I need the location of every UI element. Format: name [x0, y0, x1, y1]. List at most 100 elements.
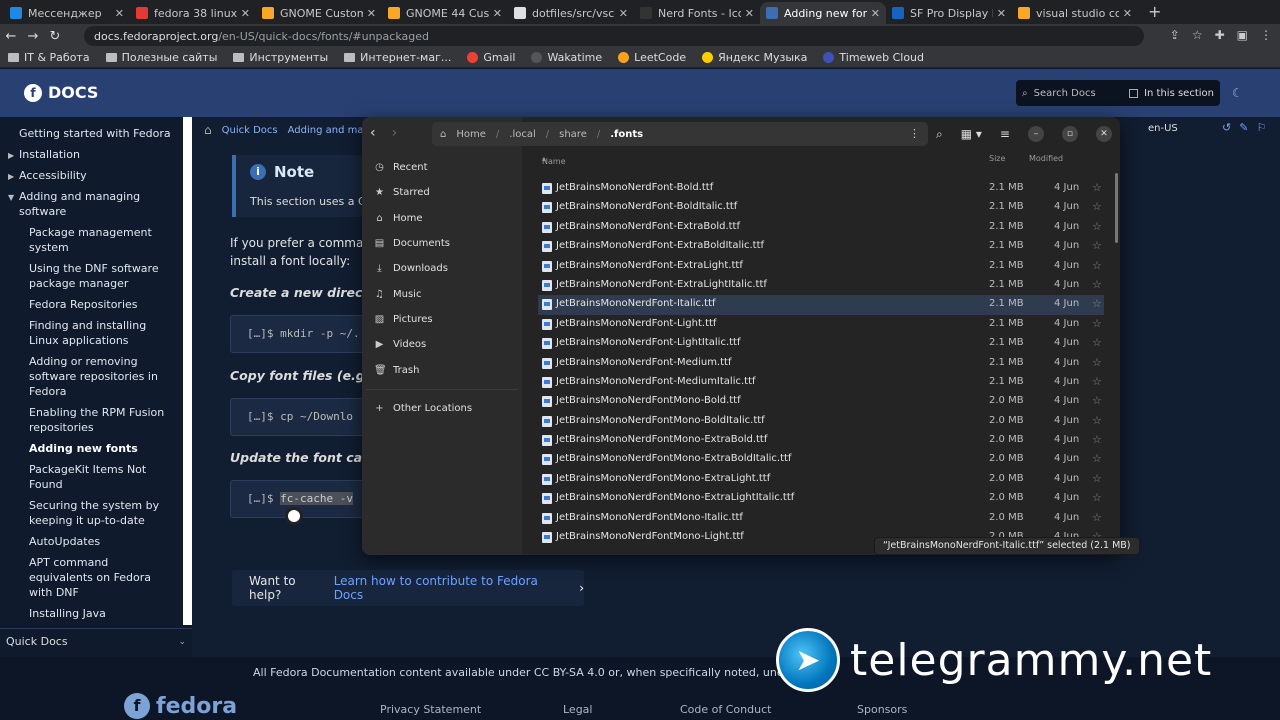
sidebar-item[interactable]: ▶ Installation: [0, 144, 183, 165]
browser-tab[interactable]: fedora 38 linuxsco ✕: [130, 2, 256, 24]
star-icon[interactable]: ☆: [1092, 356, 1102, 369]
star-icon[interactable]: ☆: [1092, 414, 1102, 427]
code-selected-command[interactable]: fc-cache -v: [280, 492, 353, 505]
column-size[interactable]: Size: [989, 154, 1005, 163]
footer-privacy-link[interactable]: Privacy Statement: [380, 703, 481, 716]
file-row[interactable]: JetBrainsMonoNerdFont-BoldItalic.ttf 2.1 …: [538, 198, 1104, 217]
place-pictures[interactable]: ▨ Pictures: [362, 307, 522, 332]
fm-back-icon[interactable]: ‹: [370, 125, 376, 141]
place-trash[interactable]: 🗑 Trash: [362, 357, 522, 382]
bookmark-item[interactable]: Timeweb Cloud: [823, 51, 924, 64]
tab-close-icon[interactable]: ✕: [871, 7, 880, 20]
place-home[interactable]: ⌂ Home: [362, 206, 522, 231]
browser-tab[interactable]: dotfiles/src/vscod ✕: [508, 2, 634, 24]
bookmark-item[interactable]: Инструменты: [233, 51, 328, 64]
address-bar[interactable]: docs.fedoraproject.org/en-US/quick-docs/…: [84, 26, 1144, 46]
star-icon[interactable]: ☆: [1092, 472, 1102, 485]
star-icon[interactable]: ☆: [1092, 200, 1102, 213]
sidebar-item[interactable]: Using the DNF software package manager: [0, 258, 183, 294]
language-select[interactable]: en-US: [1148, 123, 1178, 134]
history-icon[interactable]: ↺: [1222, 121, 1231, 134]
file-row[interactable]: JetBrainsMonoNerdFontMono-ExtraLightItal…: [538, 489, 1104, 508]
file-row[interactable]: JetBrainsMonoNerdFont-Bold.ttf 2.1 MB 4 Ju…: [538, 179, 1104, 198]
edit-icon[interactable]: ✎: [1239, 121, 1248, 134]
star-icon[interactable]: ☆: [1092, 297, 1102, 310]
place-documents[interactable]: ▤ Documents: [362, 231, 522, 256]
sidebar-item[interactable]: Getting started with Fedora: [0, 123, 183, 144]
maximize-icon[interactable]: ▫: [1061, 126, 1078, 142]
contribute-link[interactable]: Learn how to contribute to Fedora Docs: [334, 574, 566, 602]
file-list-scrollbar[interactable]: [1115, 173, 1118, 243]
in-section-checkbox[interactable]: [1129, 88, 1139, 98]
file-row[interactable]: JetBrainsMonoNerdFontMono-ExtraBoldItali…: [538, 450, 1104, 469]
file-row[interactable]: JetBrainsMonoNerdFont-LightItalic.ttf 2.1…: [538, 334, 1104, 353]
browser-tab[interactable]: GNOME 44 Custo ✕: [382, 2, 508, 24]
tab-close-icon[interactable]: ✕: [115, 7, 124, 20]
place-downloads[interactable]: ⤓ Downloads: [362, 256, 522, 281]
minimize-icon[interactable]: –: [1027, 126, 1044, 142]
file-row[interactable]: JetBrainsMonoNerdFont-ExtraBoldItalic.tt…: [538, 237, 1104, 256]
star-icon[interactable]: ☆: [1092, 394, 1102, 407]
file-row[interactable]: JetBrainsMonoNerdFont-Italic.ttf 2.1 MB 4 …: [538, 295, 1104, 315]
sidebar-item[interactable]: Package management system: [0, 222, 183, 258]
bookmark-item[interactable]: Gmail: [467, 51, 515, 64]
browser-tab[interactable]: Adding new fonts ✕: [760, 2, 886, 24]
quick-docs-select[interactable]: Quick Docs ⌄: [0, 628, 192, 654]
sidebar-item[interactable]: APT command equivalents on Fedora with D…: [0, 552, 183, 603]
tab-close-icon[interactable]: ✕: [997, 7, 1006, 20]
star-icon[interactable]: ☆: [1092, 278, 1102, 291]
sidebar-item[interactable]: Fedora Repositories: [0, 294, 183, 315]
extension-icon[interactable]: ✚: [1215, 28, 1225, 42]
sidebar-item[interactable]: ▶ Accessibility: [0, 165, 183, 186]
path-segment[interactable]: .fonts: [610, 129, 643, 140]
sidebar-item[interactable]: Adding new fonts: [0, 438, 183, 459]
bookmark-item[interactable]: Полезные сайты: [105, 51, 217, 64]
file-row[interactable]: JetBrainsMonoNerdFont-ExtraBold.ttf 2.1 M…: [538, 218, 1104, 237]
file-row[interactable]: JetBrainsMonoNerdFontMono-BoldItalic.ttf…: [538, 412, 1104, 431]
sidebar-icon[interactable]: ▣: [1237, 28, 1248, 42]
star-icon[interactable]: ☆: [1092, 181, 1102, 194]
tab-close-icon[interactable]: ✕: [367, 7, 376, 20]
star-icon[interactable]: ☆: [1092, 452, 1102, 465]
sidebar-scrollbar[interactable]: [183, 117, 192, 625]
search-input[interactable]: Search Docs: [1034, 88, 1096, 99]
sidebar-item[interactable]: Adding or removing software repositories…: [0, 351, 183, 402]
home-icon[interactable]: ⌂: [204, 123, 212, 137]
browser-tab[interactable]: Nerd Fonts - Icon ✕: [634, 2, 760, 24]
place-music[interactable]: ♫ Music: [362, 281, 522, 306]
star-icon[interactable]: ☆: [1092, 336, 1102, 349]
bookmark-item[interactable]: Интернет-маг...: [344, 51, 451, 64]
browser-tab[interactable]: Мессенджер ✕: [4, 2, 130, 24]
file-row[interactable]: JetBrainsMonoNerdFont-Light.ttf 2.1 MB 4 J…: [538, 315, 1104, 334]
tab-close-icon[interactable]: ✕: [241, 7, 250, 20]
bookmark-item[interactable]: Wakatime: [531, 51, 602, 64]
new-tab-icon[interactable]: +: [1148, 2, 1161, 21]
grid-view-icon[interactable]: ▦ ▾: [961, 127, 982, 141]
star-icon[interactable]: ☆: [1092, 259, 1102, 272]
sidebar-item[interactable]: Securing the system by keeping it up-to-…: [0, 495, 183, 531]
file-row[interactable]: JetBrainsMonoNerdFontMono-Italic.ttf 2.0 …: [538, 509, 1104, 528]
sidebar-item[interactable]: Finding and installing Linux application…: [0, 315, 183, 351]
tab-close-icon[interactable]: ✕: [745, 7, 754, 20]
browser-tab[interactable]: GNOME Customiz ✕: [256, 2, 382, 24]
place-starred[interactable]: ★ Starred: [362, 180, 522, 205]
place-recent[interactable]: ◷ Recent: [362, 155, 522, 180]
search-icon[interactable]: ⌕: [936, 127, 943, 142]
file-row[interactable]: JetBrainsMonoNerdFont-ExtraLight.ttf 2.1 …: [538, 257, 1104, 276]
footer-legal-link[interactable]: Legal: [563, 703, 592, 716]
place-videos[interactable]: ▶ Videos: [362, 332, 522, 357]
browser-tab[interactable]: visual studio code ✕: [1012, 2, 1138, 24]
docs-logo[interactable]: f DOCS: [24, 83, 98, 102]
file-row[interactable]: JetBrainsMonoNerdFontMono-ExtraBold.ttf 2…: [538, 431, 1104, 450]
dark-mode-icon[interactable]: ☾: [1232, 86, 1243, 100]
tab-close-icon[interactable]: ✕: [619, 7, 628, 20]
close-icon[interactable]: ✕: [1095, 126, 1112, 142]
sidebar-item[interactable]: PackageKit Items Not Found: [0, 459, 183, 495]
star-icon[interactable]: ☆: [1092, 220, 1102, 233]
bookmark-item[interactable]: IT & Работа: [8, 51, 90, 64]
docs-search[interactable]: ⌕ Search Docs In this section: [1016, 80, 1220, 106]
footer-conduct-link[interactable]: Code of Conduct: [680, 703, 771, 716]
browser-tab[interactable]: SF Pro Display Fo ✕: [886, 2, 1012, 24]
file-row[interactable]: JetBrainsMonoNerdFontMono-Bold.ttf 2.0 MB…: [538, 392, 1104, 411]
sidebar-item[interactable]: Enabling the RPM Fusion repositories: [0, 402, 183, 438]
